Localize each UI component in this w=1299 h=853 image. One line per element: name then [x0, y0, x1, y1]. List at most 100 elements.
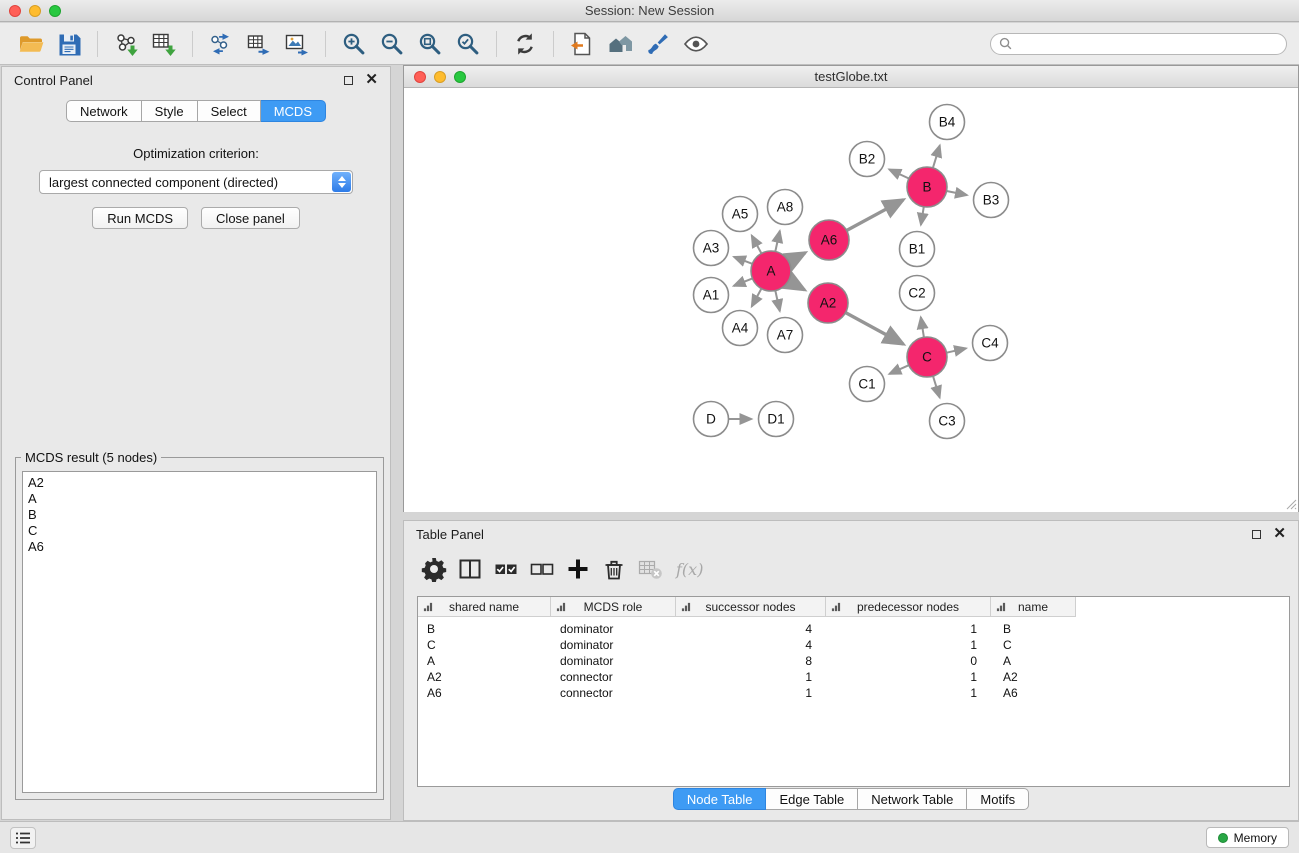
graph-edge-C-C4[interactable]	[947, 348, 967, 352]
graph-node-C[interactable]: C	[907, 337, 947, 377]
graph-edge-B-B4[interactable]	[933, 145, 940, 168]
table-close-panel-icon[interactable]: ✕	[1273, 529, 1286, 539]
export-network-button[interactable]	[202, 27, 240, 61]
graph-edge-A2-C[interactable]	[846, 313, 904, 345]
tab-network[interactable]: Network	[66, 100, 142, 122]
tab-edge-table[interactable]: Edge Table	[766, 788, 858, 810]
graph-node-B[interactable]: B	[907, 167, 947, 207]
export-image-button[interactable]	[278, 27, 316, 61]
deselect-all-button[interactable]	[524, 552, 560, 586]
graph-node-A1[interactable]: A1	[694, 278, 729, 313]
float-panel-icon[interactable]	[344, 76, 353, 85]
home-view-button[interactable]	[601, 27, 639, 61]
run-mcds-button[interactable]: Run MCDS	[92, 207, 188, 229]
save-session-button[interactable]	[50, 27, 88, 61]
graph-edge-B-B1[interactable]	[921, 207, 924, 225]
optimization-criterion-dropdown[interactable]: largest connected component (directed)	[39, 170, 353, 194]
network-canvas[interactable]: AA1A2A3A4A5A6A7A8BB1B2B3B4CC1C2C3C4DD1	[404, 88, 1298, 512]
resize-grip[interactable]	[1285, 498, 1297, 510]
graph-edge-A-A7[interactable]	[775, 291, 780, 312]
graph-edge-C-C2[interactable]	[921, 317, 924, 337]
close-traffic-button[interactable]	[9, 5, 21, 17]
column-header-name[interactable]: name	[991, 597, 1076, 617]
network-minimize-button[interactable]	[434, 71, 446, 83]
panel-list-button[interactable]	[10, 827, 36, 849]
graph-node-A3[interactable]: A3	[694, 231, 729, 266]
graph-node-A2[interactable]: A2	[808, 283, 848, 323]
search-box[interactable]	[990, 33, 1287, 55]
mcds-result-item[interactable]: B	[28, 507, 371, 523]
close-panel-icon[interactable]: ✕	[365, 75, 378, 85]
minimize-traffic-button[interactable]	[29, 5, 41, 17]
column-visibility-button[interactable]	[452, 552, 488, 586]
tab-style[interactable]: Style	[142, 100, 198, 122]
graph-node-B3[interactable]: B3	[974, 183, 1009, 218]
graph-node-C3[interactable]: C3	[930, 404, 965, 439]
graph-node-A5[interactable]: A5	[723, 197, 758, 232]
graph-node-B1[interactable]: B1	[900, 232, 935, 267]
close-panel-button[interactable]: Close panel	[201, 207, 300, 229]
tab-motifs[interactable]: Motifs	[967, 788, 1029, 810]
graph-edge-B-B3[interactable]	[947, 191, 967, 195]
import-network-file-button[interactable]	[107, 27, 145, 61]
column-header-successor-nodes[interactable]: successor nodes	[676, 597, 826, 617]
search-input[interactable]	[1017, 37, 1278, 51]
graph-edge-A-A4[interactable]	[752, 289, 762, 307]
tab-mcds[interactable]: MCDS	[261, 100, 326, 122]
open-document-button[interactable]	[563, 27, 601, 61]
graph-edge-C-C3[interactable]	[933, 376, 940, 398]
column-header-shared-name[interactable]: shared name	[418, 597, 551, 617]
graph-node-D1[interactable]: D1	[759, 402, 794, 437]
graph-node-B4[interactable]: B4	[930, 105, 965, 140]
table-row[interactable]: Adominator80A	[418, 653, 1289, 669]
graph-edge-A-A5[interactable]	[752, 236, 762, 254]
table-float-panel-icon[interactable]	[1252, 530, 1261, 539]
style-brush-button[interactable]	[639, 27, 677, 61]
table-row[interactable]: Bdominator41B	[418, 621, 1289, 637]
mcds-result-item[interactable]: C	[28, 523, 371, 539]
export-table-button[interactable]	[240, 27, 278, 61]
zoom-selected-button[interactable]	[449, 27, 487, 61]
graph-edge-A-A3[interactable]	[734, 257, 752, 264]
graph-node-A8[interactable]: A8	[768, 190, 803, 225]
graph-edge-C-C1[interactable]	[889, 365, 909, 374]
column-header-predecessor-nodes[interactable]: predecessor nodes	[826, 597, 991, 617]
delete-table-button[interactable]	[632, 552, 668, 586]
zoom-in-button[interactable]	[335, 27, 373, 61]
function-builder-button[interactable]: f(x)	[676, 560, 703, 579]
add-row-button[interactable]	[560, 552, 596, 586]
graph-edge-A-A8[interactable]	[775, 231, 780, 252]
graph-node-C4[interactable]: C4	[973, 326, 1008, 361]
graph-edge-A-A6[interactable]	[789, 253, 806, 262]
refresh-view-button[interactable]	[506, 27, 544, 61]
table-row[interactable]: Cdominator41C	[418, 637, 1289, 653]
table-row[interactable]: A2connector11A2	[418, 669, 1289, 685]
table-row[interactable]: A6connector11A6	[418, 685, 1289, 701]
column-header-MCDS-role[interactable]: MCDS role	[551, 597, 676, 617]
select-all-button[interactable]	[488, 552, 524, 586]
tab-network-table[interactable]: Network Table	[858, 788, 967, 810]
mcds-result-item[interactable]: A2	[28, 475, 371, 491]
open-session-button[interactable]	[12, 27, 50, 61]
show-hide-eye-button[interactable]	[677, 27, 715, 61]
graph-node-A[interactable]: A	[751, 251, 791, 291]
graph-edge-A-A2[interactable]	[788, 281, 804, 290]
graph-edge-B-B2[interactable]	[889, 169, 909, 178]
graph-node-A4[interactable]: A4	[723, 311, 758, 346]
zoom-fit-button[interactable]	[411, 27, 449, 61]
network-zoom-button[interactable]	[454, 71, 466, 83]
graph-edge-A-A1[interactable]	[734, 278, 753, 286]
mcds-result-item[interactable]: A6	[28, 539, 371, 555]
graph-edge-A6-B[interactable]	[847, 200, 904, 231]
settings-gear-button[interactable]	[416, 552, 452, 586]
graph-node-A7[interactable]: A7	[768, 318, 803, 353]
tab-select[interactable]: Select	[198, 100, 261, 122]
network-close-button[interactable]	[414, 71, 426, 83]
mcds-result-item[interactable]: A	[28, 491, 371, 507]
graph-node-C1[interactable]: C1	[850, 367, 885, 402]
graph-node-A6[interactable]: A6	[809, 220, 849, 260]
graph-node-B2[interactable]: B2	[850, 142, 885, 177]
graph-node-D[interactable]: D	[694, 402, 729, 437]
tab-node-table[interactable]: Node Table	[673, 788, 767, 810]
memory-button[interactable]: Memory	[1206, 827, 1289, 848]
